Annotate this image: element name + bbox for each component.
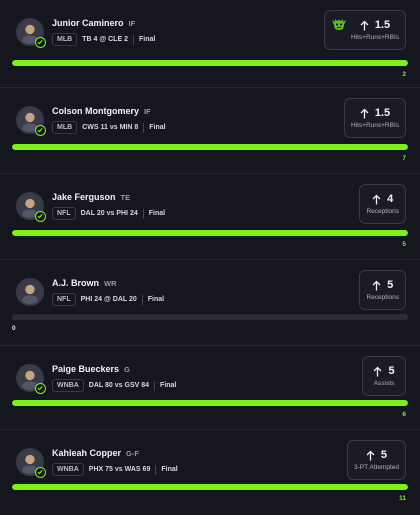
player-name: Kahleah Copper <box>52 448 122 458</box>
game-status: Final <box>148 210 166 217</box>
arrow-up-icon <box>360 108 369 118</box>
game-status: Final <box>149 124 166 131</box>
result-count: 6 <box>402 411 406 418</box>
pick-card[interactable]: Junior Caminero IF MLB TB 4 @ CLE 2 Fina… <box>0 0 420 88</box>
game-score: CWS 11 vs MIN 8 <box>82 124 139 131</box>
arrow-up-icon <box>373 366 382 376</box>
arrow-up-icon <box>366 450 375 460</box>
prop-stat-label: 3-PT Attempted <box>353 464 399 471</box>
progress-bar <box>12 314 408 320</box>
checkmark-icon <box>35 211 46 222</box>
progress-bar <box>12 484 408 490</box>
game-score: PHI 24 @ DAL 20 <box>80 296 137 303</box>
result-count: 2 <box>402 71 406 78</box>
prop-stat-label: Receptions <box>366 294 399 301</box>
progress-bar <box>12 230 408 236</box>
game-score: TB 4 @ CLE 2 <box>82 36 128 43</box>
prop-line-box[interactable]: 1.5 Hits+Runs+RBIs <box>343 98 406 138</box>
progress-fill <box>12 400 408 406</box>
divider <box>142 208 144 219</box>
player-avatar <box>16 278 44 306</box>
prop-stat-label: Assists <box>373 380 395 387</box>
prop-line-box[interactable]: 5 Assists <box>362 356 406 396</box>
player-position: IF <box>144 107 151 116</box>
prop-stat-label: Hits+Runs+RBIs <box>350 34 399 41</box>
prop-line-box[interactable]: 1.5 Hits+Runs+RBIs <box>323 10 406 50</box>
player-position: IF <box>128 19 136 28</box>
progress-bar <box>12 400 408 406</box>
player-position: WR <box>104 279 117 288</box>
prop-stat-label: Hits+Runs+RBIs <box>350 122 399 129</box>
game-score: DAL 20 vs PHI 24 <box>80 210 138 217</box>
divider <box>155 464 157 475</box>
player-name: Colson Montgomery <box>52 106 139 116</box>
player-name: A.J. Brown <box>52 278 100 288</box>
checkmark-icon <box>35 383 46 394</box>
prop-line-box[interactable]: 5 3-PT Attempted <box>346 440 406 480</box>
league-badge: WNBA <box>52 379 84 392</box>
prop-line-box[interactable]: 5 Receptions <box>359 270 406 310</box>
result-count: 7 <box>402 155 406 162</box>
league-badge: MLB <box>52 121 78 134</box>
progress-bar <box>12 144 408 150</box>
player-name: Junior Caminero <box>52 18 124 28</box>
pick-card[interactable]: Paige Bueckers G WNBA DAL 80 vs GSV 84 F… <box>0 346 420 430</box>
result-count: 0 <box>12 325 16 332</box>
game-status: Final <box>160 382 177 389</box>
divider <box>132 34 134 45</box>
game-status: Final <box>161 466 178 473</box>
divider <box>154 380 156 391</box>
game-score: PHX 75 vs WAS 69 <box>88 466 151 473</box>
checkmark-icon <box>35 125 46 136</box>
divider <box>141 294 143 305</box>
game-status: Final <box>147 296 165 303</box>
league-badge: NFL <box>52 207 76 220</box>
arrow-up-icon <box>372 280 381 290</box>
prop-line-value: 1.5 <box>374 19 391 31</box>
player-position: G-F <box>126 449 139 458</box>
pick-list: Junior Caminero IF MLB TB 4 @ CLE 2 Fina… <box>0 0 420 515</box>
prop-line-value: 5 <box>387 279 394 291</box>
league-badge: NFL <box>52 293 76 306</box>
player-name: Paige Bueckers <box>52 364 120 374</box>
league-badge: WNBA <box>52 463 84 476</box>
player-position: TE <box>120 193 131 202</box>
prop-line-box[interactable]: 4 Receptions <box>359 184 406 224</box>
pick-card[interactable]: Kahleah Copper G-F WNBA PHX 75 vs WAS 69… <box>0 430 420 515</box>
result-count: 11 <box>399 495 406 502</box>
checkmark-icon <box>35 37 46 48</box>
progress-bar <box>12 60 408 66</box>
prop-line-value: 4 <box>387 193 394 205</box>
prop-line-value: 5 <box>380 449 388 461</box>
pick-card[interactable]: A.J. Brown WR NFL PHI 24 @ DAL 20 Final … <box>0 260 420 346</box>
goblin-icon <box>331 19 346 30</box>
checkmark-icon <box>35 467 46 478</box>
player-name: Jake Ferguson <box>52 192 116 202</box>
arrow-up-icon <box>372 194 381 204</box>
progress-fill <box>12 144 408 150</box>
prop-stat-label: Receptions <box>366 208 399 215</box>
prop-line-value: 1.5 <box>374 107 391 119</box>
progress-fill <box>12 484 408 490</box>
prop-line-value: 5 <box>388 365 395 377</box>
game-status: Final <box>138 36 156 43</box>
league-badge: MLB <box>52 33 78 46</box>
progress-fill <box>12 60 408 66</box>
arrow-up-icon <box>360 20 369 30</box>
pick-card[interactable]: Colson Montgomery IF MLB CWS 11 vs MIN 8… <box>0 88 420 174</box>
game-score: DAL 80 vs GSV 84 <box>88 382 150 389</box>
pick-card[interactable]: Jake Ferguson TE NFL DAL 20 vs PHI 24 Fi… <box>0 174 420 260</box>
player-position: G <box>124 365 130 374</box>
divider <box>143 122 145 133</box>
result-count: 5 <box>402 241 406 248</box>
progress-fill <box>12 230 408 236</box>
